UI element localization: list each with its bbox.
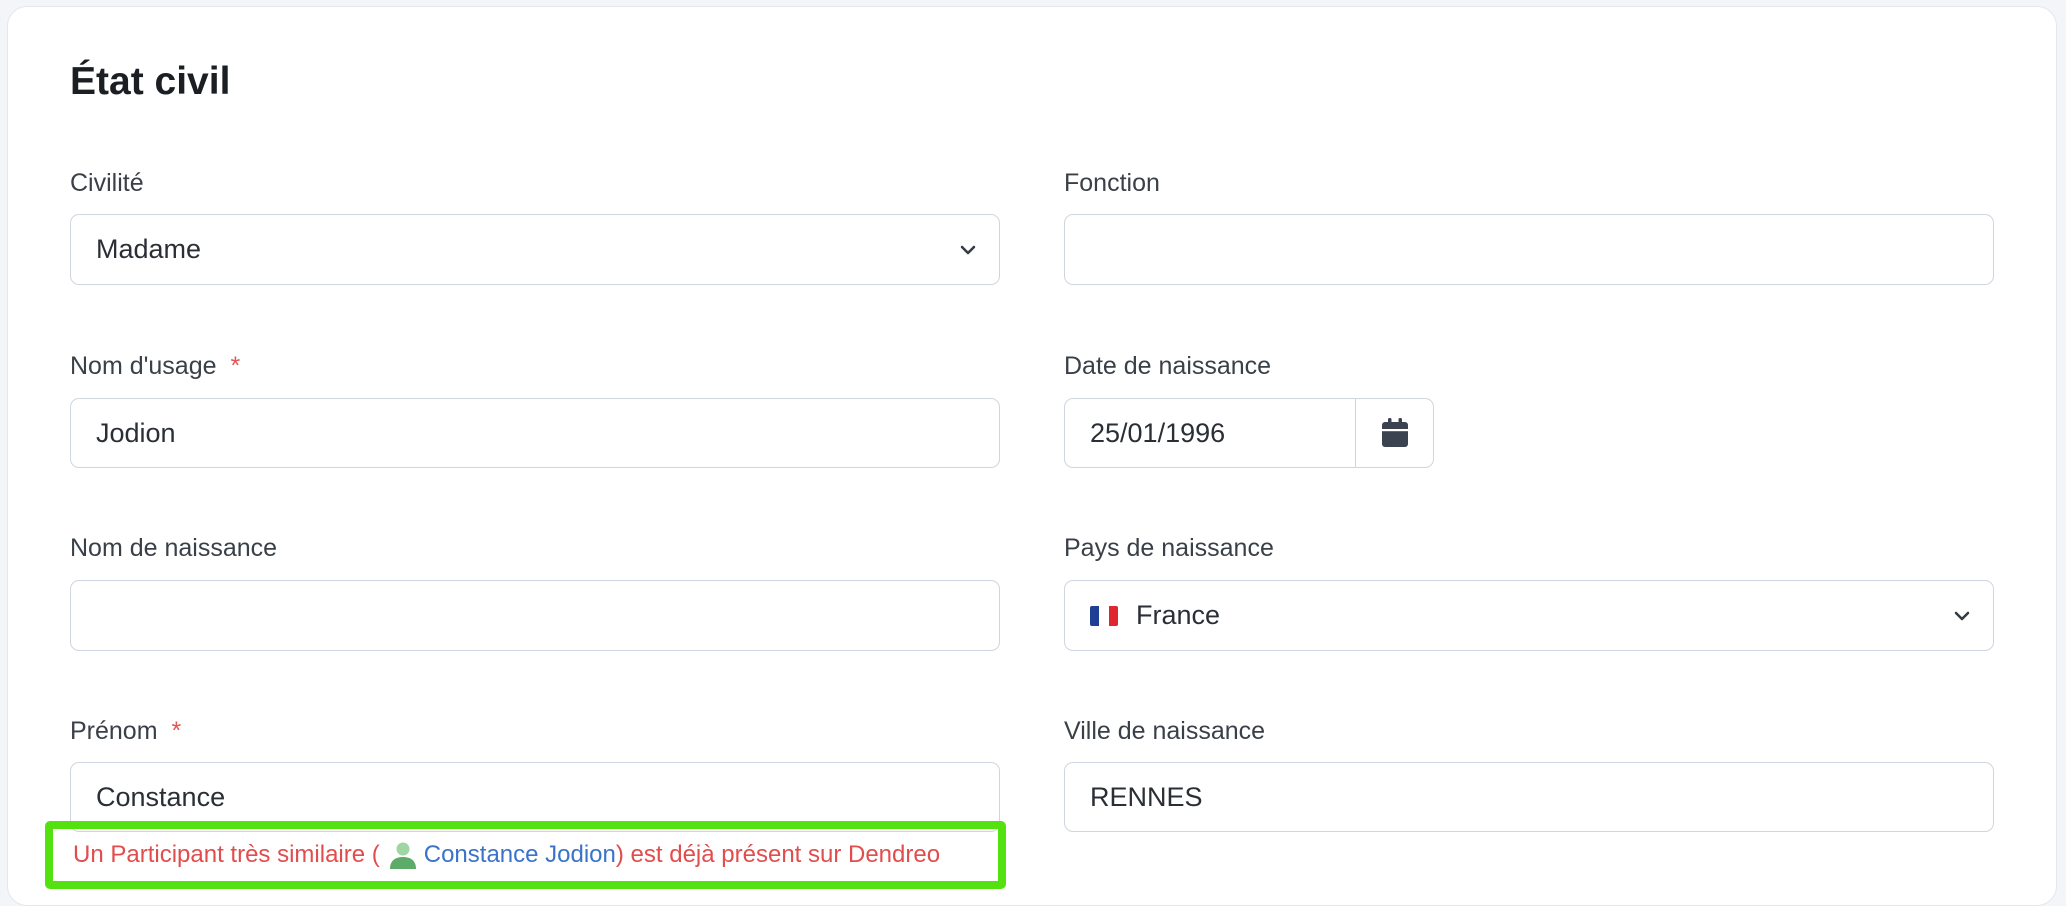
warning-text-before: Un Participant très similaire (	[73, 841, 380, 868]
date-naissance-label: Date de naissance	[1064, 352, 1271, 381]
fonction-input[interactable]	[1064, 214, 1994, 285]
pays-naissance-label: Pays de naissance	[1064, 534, 1274, 563]
ville-naissance-value: RENNES	[1090, 781, 1203, 812]
required-marker: *	[171, 717, 182, 745]
date-naissance-label-text: Date de naissance	[1064, 352, 1272, 380]
pays-naissance-select[interactable]: France	[1064, 580, 1994, 651]
civilite-value: Madame	[96, 234, 202, 264]
chevron-down-icon	[1954, 611, 1970, 620]
similar-participant-link[interactable]: Constance Jodion	[424, 841, 616, 869]
france-flag-icon	[1090, 605, 1118, 626]
date-naissance-input[interactable]: 25/01/1996	[1064, 398, 1355, 468]
fonction-label: Fonction	[1064, 169, 1160, 198]
nom-usage-input[interactable]: Jodion	[70, 398, 1000, 468]
ville-naissance-input[interactable]: RENNES	[1064, 762, 1994, 832]
ville-naissance-label-text: Ville de naissance	[1064, 717, 1266, 745]
nom-naissance-label-text: Nom de naissance	[70, 534, 278, 562]
chevron-down-icon	[960, 245, 976, 254]
nom-naissance-label: Nom de naissance	[70, 534, 277, 563]
nom-usage-value: Jodion	[96, 417, 176, 448]
date-naissance-value: 25/01/1996	[1090, 417, 1226, 448]
user-icon	[389, 842, 416, 869]
prenom-label: Prénom *	[70, 717, 181, 746]
fonction-label-text: Fonction	[1064, 169, 1160, 197]
duplicate-warning: Un Participant très similaire ( Constanc…	[45, 821, 1006, 889]
civilite-label: Civilité	[70, 169, 144, 198]
pays-naissance-label-text: Pays de naissance	[1064, 534, 1274, 562]
civilite-select[interactable]: Madame	[70, 214, 1000, 285]
ville-naissance-label: Ville de naissance	[1064, 717, 1265, 746]
calendar-button[interactable]	[1355, 398, 1434, 468]
civilite-label-text: Civilité	[70, 169, 144, 197]
pays-naissance-value: France	[1136, 600, 1221, 630]
prenom-label-text: Prénom	[70, 717, 158, 745]
required-marker: *	[230, 352, 241, 380]
nom-usage-label-text: Nom d'usage	[70, 352, 217, 380]
prenom-value: Constance	[96, 781, 226, 812]
nom-naissance-input[interactable]	[70, 580, 1000, 651]
section-title: État civil	[70, 60, 231, 103]
nom-usage-label: Nom d'usage *	[70, 352, 240, 381]
calendar-icon	[1381, 418, 1408, 447]
warning-text-after: ) est déjà présent sur Dendreo	[615, 841, 941, 868]
